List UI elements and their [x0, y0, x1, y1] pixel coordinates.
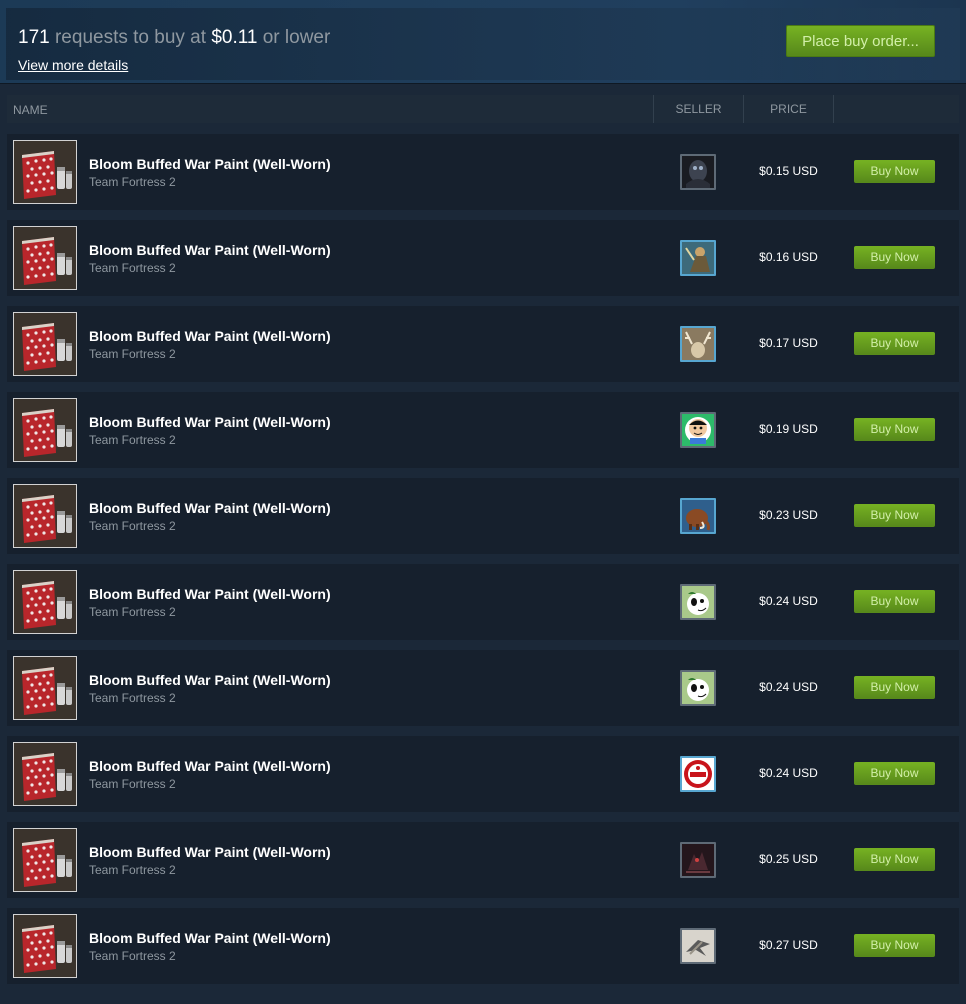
buy-request-suffix: or lower [262, 27, 331, 48]
column-header-name: NAME [13, 103, 48, 117]
listing-price: $0.24 USD [759, 680, 818, 694]
item-name[interactable]: Bloom Buffed War Paint (Well-Worn) [89, 328, 331, 344]
item-thumbnail[interactable] [13, 140, 77, 204]
buy-now-button[interactable]: Buy Now [854, 762, 935, 785]
item-game-name: Team Fortress 2 [89, 863, 176, 877]
buy-now-button[interactable]: Buy Now [854, 676, 935, 699]
item-thumbnail[interactable] [13, 656, 77, 720]
market-listings-page: 171 requests to buy at $0.11 or lower Vi… [0, 0, 966, 1004]
seller-avatar-icon[interactable] [680, 240, 716, 276]
seller-avatar-icon[interactable] [680, 842, 716, 878]
item-game-name: Team Fortress 2 [89, 261, 176, 275]
seller-avatar-icon[interactable] [680, 670, 716, 706]
item-thumbnail[interactable] [13, 226, 77, 290]
item-name[interactable]: Bloom Buffed War Paint (Well-Worn) [89, 672, 331, 688]
buy-now-button[interactable]: Buy Now [854, 934, 935, 957]
item-name[interactable]: Bloom Buffed War Paint (Well-Worn) [89, 586, 331, 602]
listing-row[interactable]: Bloom Buffed War Paint (Well-Worn) Team … [7, 736, 959, 812]
listing-price: $0.15 USD [759, 164, 818, 178]
war-paint-thumbnail-icon [14, 485, 76, 547]
listing-row[interactable]: Bloom Buffed War Paint (Well-Worn) Team … [7, 650, 959, 726]
item-thumbnail[interactable] [13, 828, 77, 892]
buy-now-button[interactable]: Buy Now [854, 332, 935, 355]
listing-row[interactable]: Bloom Buffed War Paint (Well-Worn) Team … [7, 392, 959, 468]
listing-price: $0.24 USD [759, 594, 818, 608]
war-paint-thumbnail-icon [14, 141, 76, 203]
item-thumbnail[interactable] [13, 484, 77, 548]
war-paint-thumbnail-icon [14, 915, 76, 977]
item-thumbnail[interactable] [13, 914, 77, 978]
listing-price: $0.16 USD [759, 250, 818, 264]
item-game-name: Team Fortress 2 [89, 347, 176, 361]
buy-order-summary: 171 requests to buy at $0.11 or lower [18, 27, 330, 49]
listing-price: $0.17 USD [759, 336, 818, 350]
listing-row[interactable]: Bloom Buffed War Paint (Well-Worn) Team … [7, 908, 959, 984]
listing-row[interactable]: Bloom Buffed War Paint (Well-Worn) Team … [7, 564, 959, 640]
item-name[interactable]: Bloom Buffed War Paint (Well-Worn) [89, 930, 331, 946]
listing-price: $0.19 USD [759, 422, 818, 436]
seller-avatar-icon[interactable] [680, 498, 716, 534]
war-paint-thumbnail-icon [14, 657, 76, 719]
item-name[interactable]: Bloom Buffed War Paint (Well-Worn) [89, 844, 331, 860]
item-thumbnail[interactable] [13, 742, 77, 806]
buy-now-button[interactable]: Buy Now [854, 848, 935, 871]
war-paint-thumbnail-icon [14, 227, 76, 289]
item-game-name: Team Fortress 2 [89, 175, 176, 189]
listing-table-header: NAME SELLER PRICE [7, 95, 959, 123]
war-paint-thumbnail-icon [14, 313, 76, 375]
item-game-name: Team Fortress 2 [89, 605, 176, 619]
buy-request-text: requests to buy at [54, 27, 207, 48]
buy-order-banner: 171 requests to buy at $0.11 or lower Vi… [0, 0, 966, 84]
place-buy-order-button[interactable]: Place buy order... [786, 25, 935, 57]
view-more-details-link[interactable]: View more details [18, 57, 128, 73]
item-name[interactable]: Bloom Buffed War Paint (Well-Worn) [89, 758, 331, 774]
column-header-price: PRICE [743, 95, 834, 123]
item-game-name: Team Fortress 2 [89, 691, 176, 705]
listing-row[interactable]: Bloom Buffed War Paint (Well-Worn) Team … [7, 822, 959, 898]
column-header-seller: SELLER [653, 95, 743, 123]
listing-row[interactable]: Bloom Buffed War Paint (Well-Worn) Team … [7, 134, 959, 210]
listing-price: $0.25 USD [759, 852, 818, 866]
seller-avatar-icon[interactable] [680, 756, 716, 792]
buy-request-count: 171 [18, 27, 50, 48]
item-name[interactable]: Bloom Buffed War Paint (Well-Worn) [89, 414, 331, 430]
item-name[interactable]: Bloom Buffed War Paint (Well-Worn) [89, 500, 331, 516]
buy-now-button[interactable]: Buy Now [854, 160, 935, 183]
item-thumbnail[interactable] [13, 312, 77, 376]
buy-now-button[interactable]: Buy Now [854, 418, 935, 441]
item-name[interactable]: Bloom Buffed War Paint (Well-Worn) [89, 156, 331, 172]
item-game-name: Team Fortress 2 [89, 949, 176, 963]
seller-avatar-icon[interactable] [680, 584, 716, 620]
war-paint-thumbnail-icon [14, 571, 76, 633]
listing-price: $0.27 USD [759, 938, 818, 952]
war-paint-thumbnail-icon [14, 829, 76, 891]
buy-now-button[interactable]: Buy Now [854, 590, 935, 613]
item-game-name: Team Fortress 2 [89, 433, 176, 447]
war-paint-thumbnail-icon [14, 399, 76, 461]
item-game-name: Team Fortress 2 [89, 519, 176, 533]
war-paint-thumbnail-icon [14, 743, 76, 805]
listing-row[interactable]: Bloom Buffed War Paint (Well-Worn) Team … [7, 478, 959, 554]
item-game-name: Team Fortress 2 [89, 777, 176, 791]
listing-row[interactable]: Bloom Buffed War Paint (Well-Worn) Team … [7, 306, 959, 382]
listing-row[interactable]: Bloom Buffed War Paint (Well-Worn) Team … [7, 220, 959, 296]
item-name[interactable]: Bloom Buffed War Paint (Well-Worn) [89, 242, 331, 258]
item-thumbnail[interactable] [13, 570, 77, 634]
listing-price: $0.24 USD [759, 766, 818, 780]
item-thumbnail[interactable] [13, 398, 77, 462]
listing-price: $0.23 USD [759, 508, 818, 522]
seller-avatar-icon[interactable] [680, 928, 716, 964]
buy-now-button[interactable]: Buy Now [854, 504, 935, 527]
seller-avatar-icon[interactable] [680, 412, 716, 448]
seller-avatar-icon[interactable] [680, 154, 716, 190]
buy-now-button[interactable]: Buy Now [854, 246, 935, 269]
seller-avatar-icon[interactable] [680, 326, 716, 362]
buy-request-price: $0.11 [211, 27, 258, 48]
